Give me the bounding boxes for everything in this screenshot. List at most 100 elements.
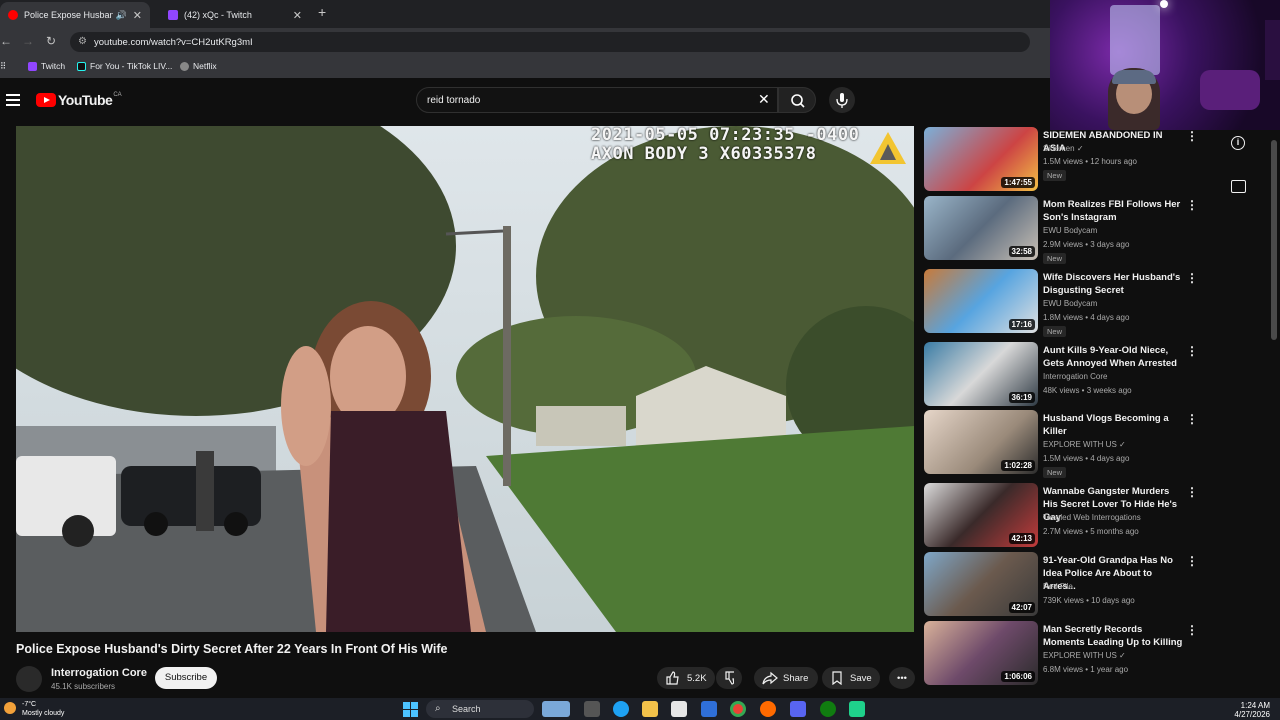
app-icon[interactable]: [849, 701, 865, 717]
task-view-icon[interactable]: [584, 701, 600, 717]
more-vertical-icon[interactable]: ⋮: [1186, 623, 1198, 637]
close-tab-icon[interactable]: ✕: [293, 9, 302, 22]
recommendation-channel[interactable]: EXPLORE WITH US ✓: [1043, 440, 1126, 449]
more-vertical-icon[interactable]: ⋮: [1186, 198, 1198, 212]
more-horizontal-icon: •••: [897, 672, 907, 684]
chrome-icon[interactable]: [730, 701, 746, 717]
recommendation-meta: 1.8M views • 4 days ago: [1043, 313, 1130, 322]
new-tab-button[interactable]: +: [318, 4, 326, 20]
more-vertical-icon[interactable]: ⋮: [1186, 129, 1198, 143]
bookmark-icon: [832, 671, 842, 685]
bookmark-netflix[interactable]: Netflix: [180, 61, 217, 71]
clock-date: 4/27/2026: [1234, 710, 1270, 719]
recommendation-title[interactable]: Man Secretly Records Moments Leading Up …: [1043, 623, 1185, 649]
recommendation-channel[interactable]: Tangled Web Interrogations: [1043, 513, 1141, 522]
video-thumbnail[interactable]: 1:02:28: [924, 410, 1038, 474]
recommendation-item[interactable]: 1:06:06 Man Secretly Records Moments Lea…: [924, 621, 1214, 687]
more-vertical-icon[interactable]: ⋮: [1186, 271, 1198, 285]
bodycam-timestamp: 2021-05-05 07:23:35 -0400: [591, 126, 860, 145]
more-vertical-icon[interactable]: ⋮: [1186, 485, 1198, 499]
axon-logo-icon: [870, 132, 906, 164]
video-thumbnail[interactable]: 17:16: [924, 269, 1038, 333]
more-vertical-icon[interactable]: ⋮: [1186, 344, 1198, 358]
forward-icon[interactable]: →: [22, 34, 34, 48]
recommendation-item[interactable]: 32:58 Mom Realizes FBI Follows Her Son's…: [924, 196, 1214, 264]
video-thumbnail[interactable]: 42:13: [924, 483, 1038, 547]
video-thumbnail[interactable]: 32:58: [924, 196, 1038, 260]
recommendation-channel[interactable]: Red File: [1043, 582, 1073, 591]
subscribe-button[interactable]: Subscribe: [155, 667, 217, 689]
xbox-icon[interactable]: [820, 701, 836, 717]
more-vertical-icon[interactable]: ⋮: [1186, 554, 1198, 568]
widgets-icon[interactable]: [542, 701, 570, 717]
dislike-button[interactable]: [716, 667, 742, 689]
reload-icon[interactable]: ↻: [46, 34, 56, 48]
store-icon[interactable]: [671, 701, 687, 717]
recommendation-item[interactable]: 42:07 91-Year-Old Grandpa Has No Idea Po…: [924, 552, 1214, 618]
bookmark-tiktok[interactable]: For You - TikTok LIV...: [77, 61, 172, 71]
recommendation-title[interactable]: Aunt Kills 9-Year-Old Niece, Gets Annoye…: [1043, 344, 1185, 370]
video-thumbnail[interactable]: 1:47:55: [924, 127, 1038, 191]
recommendation-title[interactable]: Husband Vlogs Becoming a Killer: [1043, 412, 1185, 438]
tab-twitch[interactable]: (42) xQc - Twitch ✕: [160, 2, 310, 28]
recommendation-item[interactable]: 1:02:28 Husband Vlogs Becoming a Killer …: [924, 410, 1214, 478]
taskbar-search[interactable]: ⌕ Search: [426, 700, 534, 718]
close-tab-icon[interactable]: ✕: [133, 9, 142, 22]
recommendation-item[interactable]: 36:19 Aunt Kills 9-Year-Old Niece, Gets …: [924, 342, 1214, 408]
more-actions-button[interactable]: •••: [889, 667, 915, 689]
save-button[interactable]: Save: [822, 667, 880, 689]
info-icon[interactable]: i: [1231, 136, 1245, 150]
hamburger-menu-icon[interactable]: [6, 94, 20, 106]
recommendation-channel[interactable]: EXPLORE WITH US ✓: [1043, 651, 1126, 660]
edge-icon[interactable]: [613, 701, 629, 717]
file-explorer-icon[interactable]: [642, 701, 658, 717]
temperature: -7°C: [22, 701, 37, 708]
video-thumbnail[interactable]: 36:19: [924, 342, 1038, 406]
youtube-logo[interactable]: YouTube CA: [36, 92, 122, 108]
recommendation-item[interactable]: 42:13 Wannabe Gangster Murders His Secre…: [924, 483, 1214, 549]
search-button[interactable]: [778, 87, 816, 113]
recommendation-channel[interactable]: EWU Bodycam: [1043, 226, 1097, 235]
channel-name[interactable]: Interrogation Core: [51, 667, 147, 679]
recommendation-title[interactable]: Wife Discovers Her Husband's Disgusting …: [1043, 271, 1185, 297]
recommendation-channel[interactable]: EWU Bodycam: [1043, 299, 1097, 308]
subscriber-count: 45.1K subscribers: [51, 682, 116, 691]
video-thumbnail[interactable]: 1:06:06: [924, 621, 1038, 685]
recommendation-item[interactable]: 1:47:55 SIDEMEN ABANDONED IN ASIA Sideme…: [924, 127, 1214, 193]
apps-grid-icon[interactable]: ⠿: [0, 61, 6, 72]
recommendation-meta: 1.5M views • 12 hours ago: [1043, 157, 1137, 166]
recommendation-item[interactable]: 17:16 Wife Discovers Her Husband's Disgu…: [924, 269, 1214, 337]
system-clock[interactable]: 1:24 AM 4/27/2026: [1228, 701, 1270, 719]
share-button[interactable]: Share: [754, 667, 818, 689]
discord-icon[interactable]: [790, 701, 806, 717]
windows-start-icon[interactable]: [403, 702, 418, 717]
outlook-icon[interactable]: [701, 701, 717, 717]
youtube-play-icon: [36, 93, 56, 107]
recommendation-title[interactable]: Mom Realizes FBI Follows Her Son's Insta…: [1043, 198, 1185, 224]
chat-icon[interactable]: [1231, 180, 1246, 193]
scrollbar-thumb[interactable]: [1271, 140, 1277, 340]
scrollbar[interactable]: [1270, 132, 1278, 688]
tab-youtube[interactable]: Police Expose Husband's D 🔊 ✕: [0, 2, 150, 28]
back-icon[interactable]: ←: [0, 34, 12, 48]
url-field[interactable]: ⚙ youtube.com/watch?v=CH2utKRg3mI: [70, 32, 1030, 52]
share-icon: [762, 671, 778, 685]
speaker-icon[interactable]: 🔊: [116, 10, 127, 21]
more-vertical-icon[interactable]: ⋮: [1186, 412, 1198, 426]
bookmark-twitch[interactable]: Twitch: [28, 61, 65, 71]
new-badge: New: [1043, 170, 1067, 181]
twitch-favicon-icon: [168, 10, 178, 20]
site-info-icon[interactable]: ⚙: [78, 36, 87, 47]
weather-widget[interactable]: -7°C Mostly cloudy: [4, 700, 64, 718]
recommendation-channel[interactable]: Sidemen ✓: [1043, 144, 1084, 153]
recommendation-channel[interactable]: Interrogation Core: [1043, 372, 1107, 381]
like-button[interactable]: 5.2K: [657, 667, 715, 689]
brave-icon[interactable]: [760, 701, 776, 717]
channel-avatar[interactable]: [16, 666, 42, 692]
search-input[interactable]: reid tornado: [416, 87, 778, 113]
video-thumbnail[interactable]: 42:07: [924, 552, 1038, 616]
video-player[interactable]: 2021-05-05 07:23:35 -0400 AXON BODY 3 X6…: [16, 126, 914, 632]
voice-search-button[interactable]: [829, 87, 855, 113]
clear-search-icon[interactable]: ✕: [758, 91, 770, 108]
video-duration: 36:19: [1008, 392, 1035, 403]
